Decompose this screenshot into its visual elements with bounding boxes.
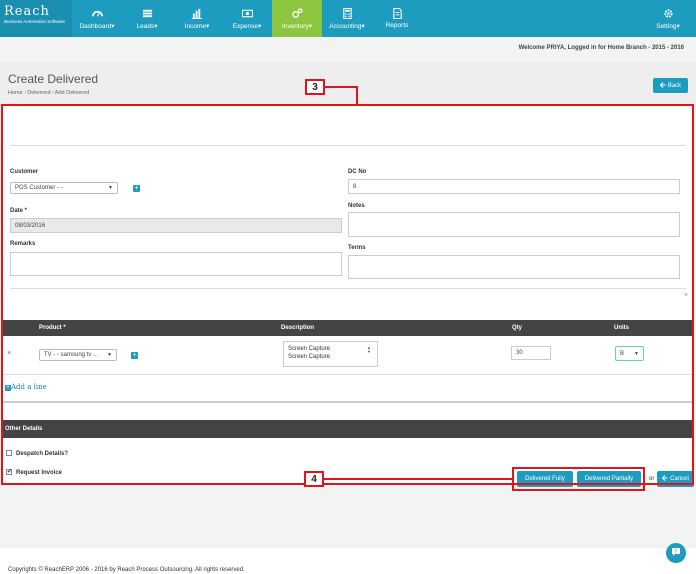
nav-accounting[interactable]: Accounting▾ — [322, 0, 372, 37]
annotation-connector — [356, 86, 358, 105]
footer: Copyrights © ReachERP 2006 - 2016 by Rea… — [0, 548, 696, 574]
leads-icon — [142, 8, 153, 19]
nav-dashboard[interactable]: Dashboard▾ — [72, 0, 122, 37]
bar-chart-icon — [191, 8, 203, 19]
welcome-text: Welcome PRIYA, Logged in for Home Branch… — [518, 45, 684, 51]
copyright-text: Copyrights © ReachERP 2006 - 2016 by Rea… — [8, 567, 245, 573]
nav-income[interactable]: Income▾ — [172, 0, 222, 37]
annotation-frame-buttons — [512, 467, 645, 491]
breadcrumb-home[interactable]: Home — [8, 90, 23, 96]
nav-leads-label: Leads▾ — [136, 22, 158, 30]
nav-inventory[interactable]: Inventory▾ — [272, 0, 322, 37]
top-navbar: Reach Business Automation Software Dashb… — [0, 0, 696, 37]
chat-icon: ? — [671, 547, 681, 560]
annotation-connector — [325, 86, 358, 88]
nav-expense-label: Expense▾ — [232, 22, 262, 30]
annotation-connector — [323, 478, 513, 480]
chat-button[interactable]: ? — [666, 543, 686, 563]
gear-icon — [663, 8, 674, 19]
back-label: Back — [667, 82, 682, 89]
nav-expense[interactable]: Expense▾ — [222, 0, 272, 37]
logo-tagline: Business Automation Software — [4, 19, 66, 24]
speedometer-icon — [91, 8, 103, 19]
nav-dashboard-label: Dashboard▾ — [79, 22, 115, 30]
money-icon — [241, 8, 253, 19]
nav-leads[interactable]: Leads▾ — [122, 0, 172, 37]
nav-setting[interactable]: Setting▾ — [640, 0, 696, 37]
nav-reports-label: Reports — [385, 22, 409, 29]
nav-setting-label: Setting▾ — [656, 22, 680, 30]
nav-accounting-label: Accounting▾ — [329, 22, 365, 30]
page-header — [0, 62, 696, 104]
logo[interactable]: Reach Business Automation Software — [0, 0, 72, 37]
callout-3: 3 — [305, 79, 325, 95]
breadcrumb-delivered[interactable]: Delivered — [27, 90, 50, 96]
breadcrumb-current: Add Delivered — [54, 90, 90, 96]
logo-text: Reach — [4, 4, 50, 19]
annotation-frame-form — [1, 104, 694, 485]
nav-reports[interactable]: Reports — [372, 0, 422, 37]
page-title: Create Delivered — [8, 72, 99, 86]
nav-inventory-label: Inventory▾ — [281, 22, 312, 30]
nav-income-label: Income▾ — [184, 22, 210, 30]
calculator-icon — [342, 7, 353, 19]
svg-text:?: ? — [675, 549, 678, 555]
document-icon — [392, 8, 403, 19]
callout-4: 4 — [304, 471, 324, 487]
gears-icon — [291, 7, 303, 19]
back-button[interactable]: Back — [653, 78, 688, 93]
breadcrumb: Home / Delivered / Add Delivered — [8, 90, 90, 96]
arrow-left-icon — [659, 81, 666, 90]
